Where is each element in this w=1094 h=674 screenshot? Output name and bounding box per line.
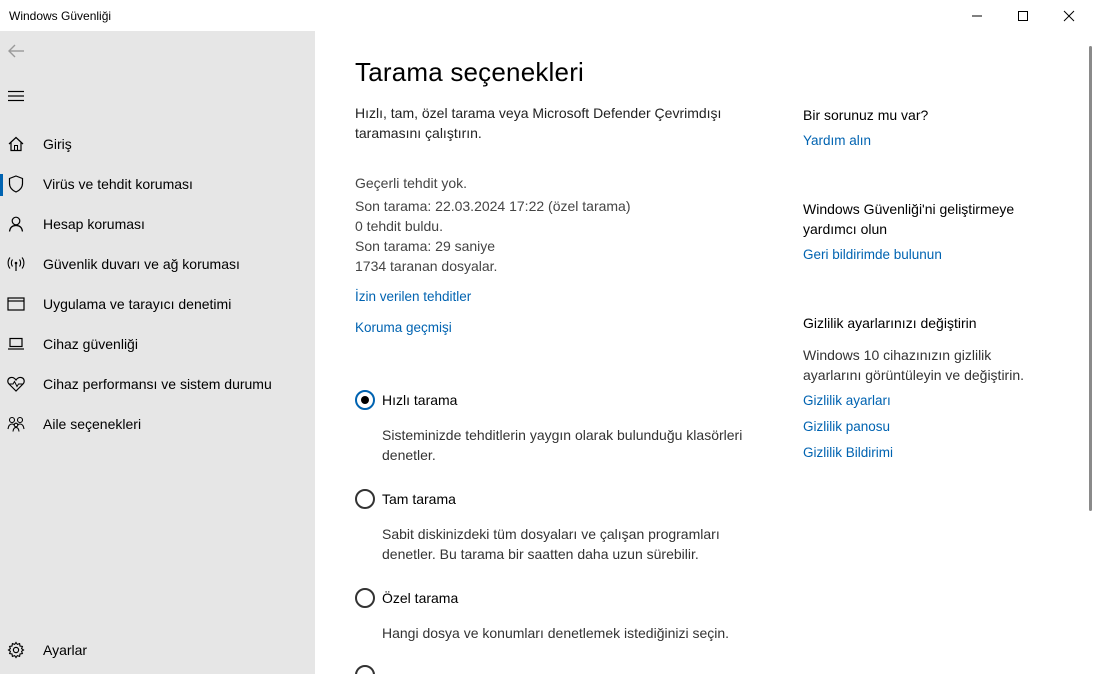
laptop-icon [6, 334, 26, 354]
window-title: Windows Güvenliği [9, 9, 112, 23]
protection-history-link[interactable]: Koruma geçmişi [355, 320, 452, 335]
family-icon [6, 414, 26, 434]
custom-scan-label: Özel tarama [382, 590, 459, 606]
sidebar-item-family-options[interactable]: Aile seçenekleri [0, 406, 315, 442]
maximize-icon [1018, 10, 1028, 21]
hamburger-menu-button[interactable] [4, 84, 28, 108]
improve-heading: Windows Güvenliği'ni geliştirmeye yardım… [803, 201, 1015, 237]
antenna-icon [6, 254, 26, 274]
maximize-button[interactable] [1000, 0, 1046, 31]
page-description: Hızlı, tam, özel tarama veya Microsoft D… [355, 105, 722, 141]
offline-scan-radio[interactable] [355, 665, 375, 674]
threats-found-text: 0 tehdit buldu. [355, 218, 443, 234]
sidebar-item-virus-protection[interactable]: Virüs ve tehdit koruması [0, 166, 315, 202]
sidebar-item-device-performance[interactable]: Cihaz performansı ve sistem durumu [0, 366, 315, 402]
custom-scan-option[interactable]: Özel tarama [355, 588, 458, 608]
sidebar-item-firewall[interactable]: Güvenlik duvarı ve ağ koruması [0, 246, 315, 282]
custom-scan-description: Hangi dosya ve konumları denetlemek iste… [382, 625, 730, 641]
heart-icon [6, 374, 26, 394]
sidebar-item-home[interactable]: Giriş [0, 126, 315, 162]
close-icon [1063, 10, 1075, 21]
back-button[interactable] [4, 39, 28, 63]
full-scan-option[interactable]: Tam tarama [355, 489, 456, 509]
allowed-threats-link[interactable]: İzin verilen tehditler [355, 289, 471, 304]
back-arrow-icon [8, 44, 24, 58]
quick-scan-label: Hızlı tarama [382, 392, 458, 408]
get-help-link[interactable]: Yardım alın [803, 133, 871, 148]
sidebar: Giriş Virüs ve tehdit koruması Hesap kor… [0, 31, 315, 674]
sidebar-item-account-protection[interactable]: Hesap koruması [0, 206, 315, 242]
privacy-statement-link[interactable]: Gizlilik Bildirimi [803, 445, 893, 460]
sidebar-item-label: Uygulama ve tarayıcı denetimi [43, 296, 232, 312]
title-bar: Windows Güvenliği [0, 0, 1094, 31]
hamburger-icon [8, 90, 24, 102]
home-icon [6, 134, 26, 154]
offline-scan-option[interactable] [355, 665, 375, 674]
privacy-description: Windows 10 cihazınızın gizlilik ayarları… [803, 347, 1025, 383]
gear-icon [6, 640, 26, 660]
give-feedback-link[interactable]: Geri bildirimde bulunun [803, 247, 942, 262]
quick-scan-description: Sisteminizde tehditlerin yaygın olarak b… [382, 427, 743, 463]
no-threats-text: Geçerli tehdit yok. [355, 175, 468, 191]
sidebar-item-label: Ayarlar [43, 642, 88, 658]
minimize-icon [972, 15, 982, 16]
active-indicator [0, 174, 3, 196]
privacy-dashboard-link[interactable]: Gizlilik panosu [803, 419, 890, 434]
page-title: Tarama seçenekleri [355, 57, 585, 87]
shield-icon [6, 174, 26, 194]
sidebar-item-label: Giriş [43, 136, 72, 152]
quick-scan-radio[interactable] [355, 390, 375, 410]
full-scan-radio[interactable] [355, 489, 375, 509]
sidebar-item-device-security[interactable]: Cihaz güvenliği [0, 326, 315, 362]
main-content: Tarama seçenekleri Hızlı, tam, özel tara… [315, 31, 1087, 674]
full-scan-description: Sabit diskinizdeki tüm dosyaları ve çalı… [382, 526, 720, 562]
sidebar-item-label: Cihaz performansı ve sistem durumu [43, 376, 272, 392]
sidebar-item-label: Cihaz güvenliği [43, 336, 138, 352]
sidebar-item-label: Hesap koruması [43, 216, 145, 232]
scan-status: Geçerli tehdit yok. Son tarama: 22.03.20… [355, 173, 631, 276]
files-scanned-text: 1734 taranan dosyalar. [355, 258, 498, 274]
full-scan-label: Tam tarama [382, 491, 456, 507]
scrollbar-thumb[interactable] [1089, 46, 1092, 511]
last-scan-text: Son tarama: 22.03.2024 17:22 (özel taram… [355, 198, 631, 214]
sidebar-item-label: Güvenlik duvarı ve ağ koruması [43, 256, 240, 272]
close-button[interactable] [1046, 0, 1092, 31]
minimize-button[interactable] [954, 0, 1000, 31]
vertical-scrollbar[interactable] [1087, 31, 1094, 674]
privacy-settings-link[interactable]: Gizlilik ayarları [803, 393, 891, 408]
sidebar-item-label: Aile seçenekleri [43, 416, 142, 432]
quick-scan-option[interactable]: Hızlı tarama [355, 390, 457, 410]
privacy-heading: Gizlilik ayarlarınızı değiştirin [803, 315, 977, 331]
sidebar-item-settings[interactable]: Ayarlar [0, 632, 315, 668]
person-icon [6, 214, 26, 234]
help-heading: Bir sorunuz mu var? [803, 107, 929, 123]
sidebar-item-label: Virüs ve tehdit koruması [43, 176, 193, 192]
scan-duration-text: Son tarama: 29 saniye [355, 238, 496, 254]
sidebar-item-app-browser-control[interactable]: Uygulama ve tarayıcı denetimi [0, 286, 315, 322]
app-window-icon [6, 294, 26, 314]
custom-scan-radio[interactable] [355, 588, 375, 608]
